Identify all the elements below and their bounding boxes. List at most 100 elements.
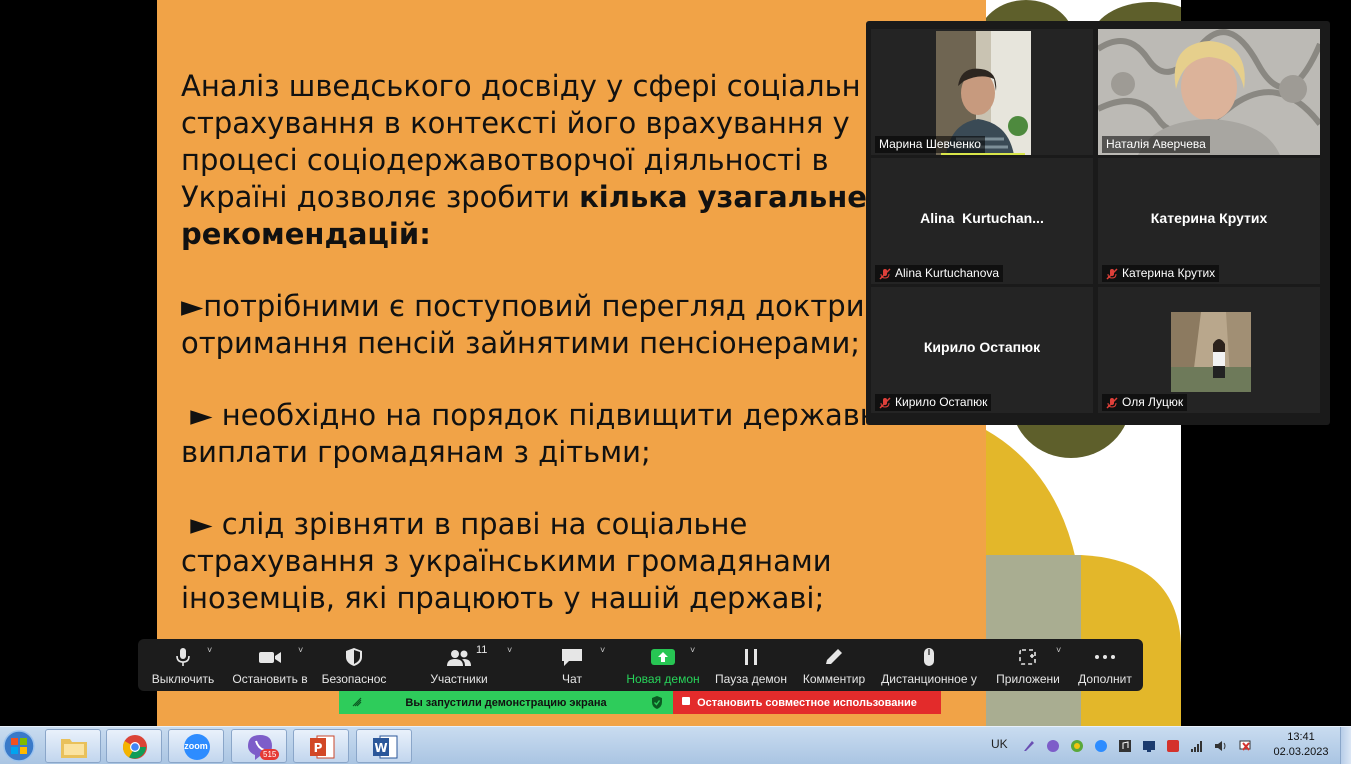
video-label: Остановить в [232, 672, 308, 686]
chevron-up-icon[interactable]: ˅ [600, 645, 605, 655]
share-screen-icon [651, 649, 675, 665]
participants-button[interactable]: 11 ˅ Участники [423, 639, 512, 691]
screen-share-banner: Вы запустили демонстрацию экрана Останов… [339, 691, 941, 714]
more-button[interactable]: Дополнит [1072, 639, 1138, 691]
stop-icon [682, 697, 690, 705]
chat-bubble-icon [562, 649, 582, 666]
apps-icon [1019, 649, 1036, 665]
word-icon: W [373, 735, 398, 759]
chevron-up-icon[interactable]: ˅ [507, 645, 512, 655]
participant-display-name: Кирило Остапюк [923, 339, 1041, 355]
svg-text:P: P [314, 741, 323, 755]
participant-tile[interactable]: Кирило Остапюк Кирило Остапюк [871, 287, 1093, 413]
taskbar-word[interactable]: W [356, 729, 412, 763]
participants-icon [447, 650, 471, 666]
slide-line: процесі соціодержавотворчої діяльності в [181, 143, 829, 177]
participant-display-name: Катерина Крутих [1150, 210, 1268, 226]
remote-control-label: Дистанционное у [881, 672, 977, 686]
chrome-icon [122, 735, 147, 759]
apps-label: Приложени [996, 672, 1060, 686]
new-share-label: Новая демон [626, 672, 700, 686]
microphone-icon [176, 648, 190, 666]
language-indicator[interactable]: UK [991, 737, 1008, 751]
system-clock[interactable]: 13:41 02.03.2023 [1266, 730, 1336, 760]
participants-count: 11 [476, 644, 488, 656]
slide-bullet: ► необхідно на порядок підвищити державн [181, 398, 879, 432]
participant-tile[interactable]: Катерина Крутих Катерина Крутих [1098, 158, 1320, 284]
participant-tile[interactable]: Марина Шевченко [871, 29, 1093, 155]
more-label: Дополнит [1078, 672, 1132, 686]
taskbar-file-explorer[interactable] [45, 729, 101, 763]
participant-tile[interactable]: Alina Kurtuchan... Alina Kurtuchanova [871, 158, 1093, 284]
chevron-up-icon[interactable]: ˅ [690, 645, 695, 655]
shield-check-icon [652, 696, 662, 709]
volume-icon[interactable] [1214, 739, 1228, 753]
slide-line: Аналіз шведського досвіду у сфері соціал… [181, 69, 861, 103]
zoom-app-label: zoom [184, 741, 208, 751]
show-desktop-button[interactable] [1340, 727, 1351, 764]
pen-icon[interactable] [1022, 739, 1036, 753]
zoom-tray-icon[interactable] [1094, 739, 1108, 753]
pause-share-button[interactable]: Пауза демон [712, 639, 790, 691]
mic-muted-icon [879, 396, 891, 409]
remote-control-button[interactable]: Дистанционное у [878, 639, 980, 691]
pause-icon [745, 649, 757, 665]
stop-video-button[interactable]: ˅ Остановить в [230, 639, 310, 691]
meeting-toolbar: ˅ Выключить ˅ Остановить в Безопаснос 11… [138, 639, 1143, 691]
annotate-button[interactable]: Комментир [798, 639, 870, 691]
folder-icon [61, 739, 87, 758]
slide-line-bold: кілька узагальне [579, 180, 867, 214]
pencil-icon [826, 649, 842, 664]
chat-label: Чат [562, 672, 582, 686]
security-button[interactable]: Безопаснос [318, 639, 390, 691]
signal-strength-icon[interactable] [1190, 739, 1204, 753]
sharing-status[interactable]: Вы запустили демонстрацию экрана [339, 691, 673, 714]
network-tray-icon[interactable] [1070, 739, 1084, 753]
stop-share-button[interactable]: Остановить совместное использование [673, 691, 941, 714]
apps-button[interactable]: ˅ Приложени [993, 639, 1063, 691]
display-tray-icon[interactable] [1142, 739, 1156, 753]
start-button[interactable] [0, 727, 38, 764]
taskbar-viber[interactable]: 515 [231, 729, 287, 763]
slide-line: страхування в контексті його врахування … [181, 106, 850, 140]
drag-handle-icon[interactable] [351, 696, 363, 708]
video-gallery-panel[interactable]: Марина Шевченко Наталія Аверчева Alina K… [866, 21, 1330, 425]
slide-line-bold: рекомендацій: [181, 217, 431, 251]
chat-button[interactable]: ˅ Чат [546, 639, 605, 691]
taskbar-powerpoint[interactable]: P [293, 729, 349, 763]
adobe-tray-icon[interactable] [1166, 739, 1180, 753]
participant-name-label: Кирило Остапюк [875, 394, 992, 411]
notification-badge: 515 [260, 749, 280, 760]
slide-bullet: ► слід зрівняти в праві на соціальне [181, 507, 748, 541]
participant-display-name: Alina Kurtuchan... [920, 210, 1044, 226]
chevron-up-icon[interactable]: ˅ [207, 645, 212, 655]
viber-tray-icon[interactable] [1046, 739, 1060, 753]
chevron-up-icon[interactable]: ˅ [298, 645, 303, 655]
participant-name-label: Наталія Аверчева [1102, 136, 1210, 153]
taskbar-chrome[interactable] [106, 729, 162, 763]
screen: Аналіз шведського досвіду у сфері соціал… [0, 0, 1351, 764]
svg-text:W: W [374, 741, 387, 755]
participant-name-label: Alina Kurtuchanova [875, 265, 1004, 282]
participant-tile-active-speaker[interactable]: Наталія Аверчева [1098, 29, 1320, 155]
powerpoint-icon: P [310, 735, 335, 759]
slide-content-area: Аналіз шведського досвіду у сфері соціал… [157, 0, 986, 726]
pause-share-label: Пауза демон [715, 672, 787, 686]
audio-level-bar [941, 153, 1025, 155]
taskbar-zoom[interactable]: zoom [168, 729, 224, 763]
action-center-icon[interactable] [1238, 739, 1252, 753]
chevron-up-icon[interactable]: ˅ [1056, 645, 1061, 655]
clock-time: 13:41 [1287, 731, 1315, 743]
new-share-button[interactable]: ˅ Новая демон [624, 639, 702, 691]
slide-line: Україні дозволяє зробити [181, 180, 580, 214]
shield-icon [346, 648, 362, 666]
slide-line: іноземців, які працюють у нашій державі; [181, 581, 825, 615]
mouse-icon [924, 648, 934, 666]
music-tray-icon[interactable] [1118, 739, 1132, 753]
windows-taskbar: zoom 515 P W UK 13:41 02.03.2023 [0, 726, 1351, 764]
mic-muted-icon [879, 267, 891, 280]
slide-line: виплати громадянам з дітьми; [181, 435, 651, 469]
mute-button[interactable]: ˅ Выключить [146, 639, 220, 691]
participant-tile[interactable]: Оля Луцюк [1098, 287, 1320, 413]
slide-line: отримання пенсій зайнятими пенсіонерами; [181, 326, 861, 360]
